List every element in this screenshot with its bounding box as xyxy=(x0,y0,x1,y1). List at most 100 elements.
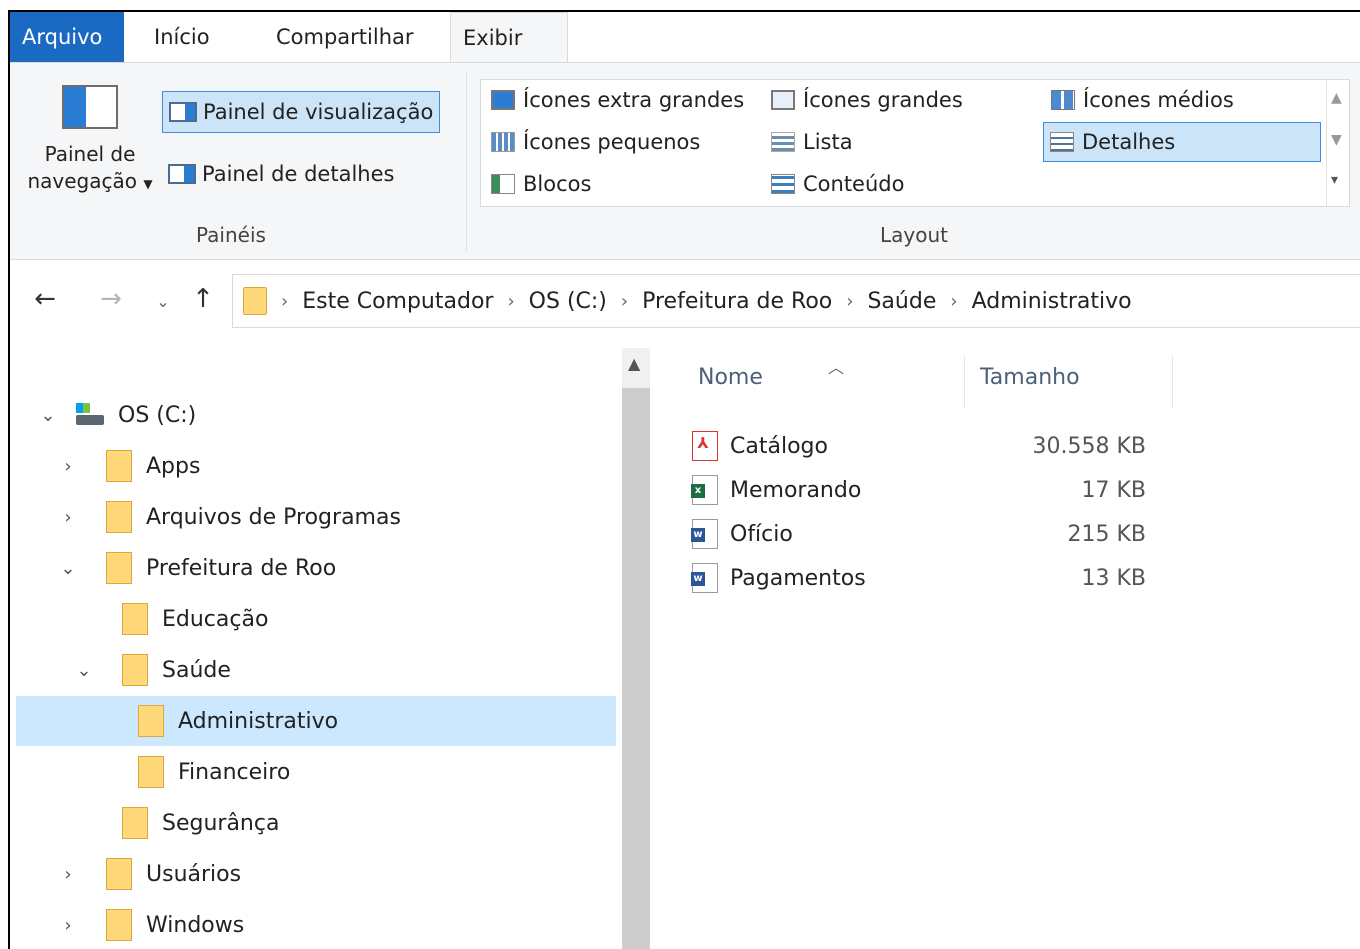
tab-inicio[interactable]: Início xyxy=(142,12,222,62)
panes-group-label: Painéis xyxy=(196,223,266,247)
layout-gallery-scrollbar[interactable]: ▲ ▼ ▾ xyxy=(1326,80,1349,206)
details-pane-button[interactable]: Painel de detalhes xyxy=(162,153,400,195)
column-header-nome[interactable]: Nome xyxy=(698,348,763,408)
scroll-up-icon[interactable]: ▲ xyxy=(628,354,640,373)
address-bar[interactable]: › Este Computador › OS (C:) › Prefeitura… xyxy=(232,274,1360,328)
layout-medium-icons[interactable]: Ícones médios xyxy=(1045,80,1321,120)
breadcrumb-separator-icon[interactable]: › xyxy=(950,291,957,312)
tree-item-apps[interactable]: › Apps xyxy=(16,441,616,491)
navigation-row: ← → ⌄ ↑ › Este Computador › OS (C:) › Pr… xyxy=(10,260,1360,348)
layout-extra-large-icons[interactable]: Ícones extra grandes xyxy=(485,80,761,120)
preview-pane-label: Painel de visualização xyxy=(203,100,434,124)
chevron-right-icon[interactable]: › xyxy=(56,456,80,477)
chevron-down-icon[interactable]: ⌄ xyxy=(56,558,80,579)
recent-locations-chevron-icon[interactable]: ⌄ xyxy=(146,292,180,311)
layout-details[interactable]: Detalhes xyxy=(1043,122,1321,162)
chevron-down-icon[interactable]: ⌄ xyxy=(36,405,60,426)
layout-small-icons[interactable]: Ícones pequenos xyxy=(485,122,761,162)
chevron-right-icon[interactable]: › xyxy=(56,507,80,528)
folder-icon xyxy=(243,287,267,315)
layout-large-icons[interactable]: Ícones grandes xyxy=(765,80,1035,120)
tree-item-seguranca[interactable]: Segurânça xyxy=(16,798,616,848)
word-file-icon: w xyxy=(691,519,718,549)
layout-option-label: Blocos xyxy=(523,172,592,196)
column-header-tamanho[interactable]: Tamanho xyxy=(980,348,1080,408)
tree-item-saude[interactable]: ⌄ Saúde xyxy=(16,645,616,695)
tree-item-educacao[interactable]: Educação xyxy=(16,594,616,644)
tree-item-windows[interactable]: › Windows xyxy=(16,900,616,949)
tab-compartilhar[interactable]: Compartilhar xyxy=(264,12,426,62)
navigation-pane-label-2: navegação xyxy=(27,169,137,193)
navigation-pane-button[interactable]: Painel de navegação ▼ xyxy=(20,85,160,198)
folder-icon xyxy=(122,654,148,686)
tree-item-arquivos-de-programas[interactable]: › Arquivos de Programas xyxy=(16,492,616,542)
breadcrumb-separator-icon[interactable]: › xyxy=(846,291,853,312)
chevron-right-icon[interactable]: › xyxy=(56,915,80,936)
breadcrumb-separator-icon[interactable]: › xyxy=(621,291,628,312)
small-icons-icon xyxy=(491,132,515,152)
folder-icon xyxy=(106,501,132,533)
column-divider[interactable] xyxy=(1172,356,1173,408)
file-row-catalogo[interactable]: ⅄ Catálogo 30.558 KB xyxy=(692,424,1332,468)
back-arrow-icon[interactable]: ← xyxy=(28,284,62,314)
details-icon xyxy=(1050,132,1074,152)
details-pane-icon xyxy=(168,164,196,184)
tree-item-os-c[interactable]: ⌄ OS (C:) xyxy=(16,390,616,440)
tree-item-usuarios[interactable]: › Usuários xyxy=(16,849,616,899)
layout-option-label: Conteúdo xyxy=(803,172,905,196)
tab-arquivo[interactable]: Arquivo xyxy=(10,12,124,62)
folder-icon xyxy=(122,603,148,635)
tiles-icon xyxy=(491,174,515,194)
scroll-up-icon[interactable]: ▲ xyxy=(1331,90,1342,106)
breadcrumb-administrativo[interactable]: Administrativo xyxy=(972,289,1132,314)
file-name: Memorando xyxy=(730,477,862,503)
breadcrumb-separator-icon[interactable]: › xyxy=(507,291,514,312)
layout-content[interactable]: Conteúdo xyxy=(765,164,1035,204)
layout-list[interactable]: Lista xyxy=(765,122,1035,162)
layout-group-label: Layout xyxy=(880,223,948,247)
file-row-memorando[interactable]: x Memorando 17 KB xyxy=(691,468,1332,512)
up-arrow-icon[interactable]: ↑ xyxy=(186,284,220,314)
layout-option-label: Detalhes xyxy=(1082,130,1176,154)
tree-item-label: Financeiro xyxy=(178,759,291,785)
column-divider[interactable] xyxy=(964,356,965,408)
tree-item-financeiro[interactable]: Financeiro xyxy=(16,747,616,797)
forward-arrow-icon[interactable]: → xyxy=(94,284,128,314)
breadcrumb-separator-icon[interactable]: › xyxy=(281,291,288,312)
tab-exibir[interactable]: Exibir xyxy=(450,12,568,64)
folder-icon xyxy=(138,756,164,788)
file-row-oficio[interactable]: w Ofício 215 KB xyxy=(691,512,1332,556)
tree-item-label: Prefeitura de Roo xyxy=(146,555,337,581)
preview-pane-button[interactable]: Painel de visualização xyxy=(162,91,441,133)
medium-icons-icon xyxy=(1051,90,1075,110)
chevron-down-icon[interactable]: ⌄ xyxy=(72,660,96,681)
navigation-pane-icon xyxy=(62,85,118,129)
tree-item-label: Windows xyxy=(146,912,245,938)
folder-icon xyxy=(106,858,132,890)
breadcrumb-prefeitura[interactable]: Prefeitura de Roo xyxy=(642,289,832,314)
ribbon-tabbar: Arquivo Início Compartilhar Exibir xyxy=(10,12,1360,64)
folder-icon xyxy=(106,450,132,482)
layout-option-label: Ícones grandes xyxy=(803,88,963,112)
dropdown-arrow-icon: ▼ xyxy=(143,177,153,191)
layout-gallery: Ícones extra grandes Ícones grandes Ícon… xyxy=(480,79,1350,207)
preview-pane-icon xyxy=(169,102,197,122)
tree-item-prefeitura-de-roo[interactable]: ⌄ Prefeitura de Roo xyxy=(16,543,616,593)
word-file-icon: w xyxy=(691,563,718,593)
breadcrumb-saude[interactable]: Saúde xyxy=(867,289,936,314)
breadcrumb-este-computador[interactable]: Este Computador xyxy=(302,289,493,314)
layout-option-label: Lista xyxy=(803,130,853,154)
navigation-tree: ⌄ OS (C:) › Apps › Arquivos de Programas… xyxy=(10,348,620,949)
list-icon xyxy=(771,132,795,152)
tree-scrollbar-thumb[interactable] xyxy=(622,388,650,949)
tree-scrollbar[interactable]: ▲ xyxy=(622,348,650,949)
scroll-down-icon[interactable]: ▼ xyxy=(1331,132,1342,148)
layout-tiles[interactable]: Blocos xyxy=(485,164,761,204)
chevron-right-icon[interactable]: › xyxy=(56,864,80,885)
file-row-pagamentos[interactable]: w Pagamentos 13 KB xyxy=(691,556,1332,600)
content-icon xyxy=(771,174,795,194)
file-size: 13 KB xyxy=(1081,565,1146,591)
gallery-expand-icon[interactable]: ▾ xyxy=(1331,172,1338,188)
tree-item-administrativo[interactable]: Administrativo xyxy=(16,696,616,746)
breadcrumb-os-c[interactable]: OS (C:) xyxy=(529,289,607,314)
